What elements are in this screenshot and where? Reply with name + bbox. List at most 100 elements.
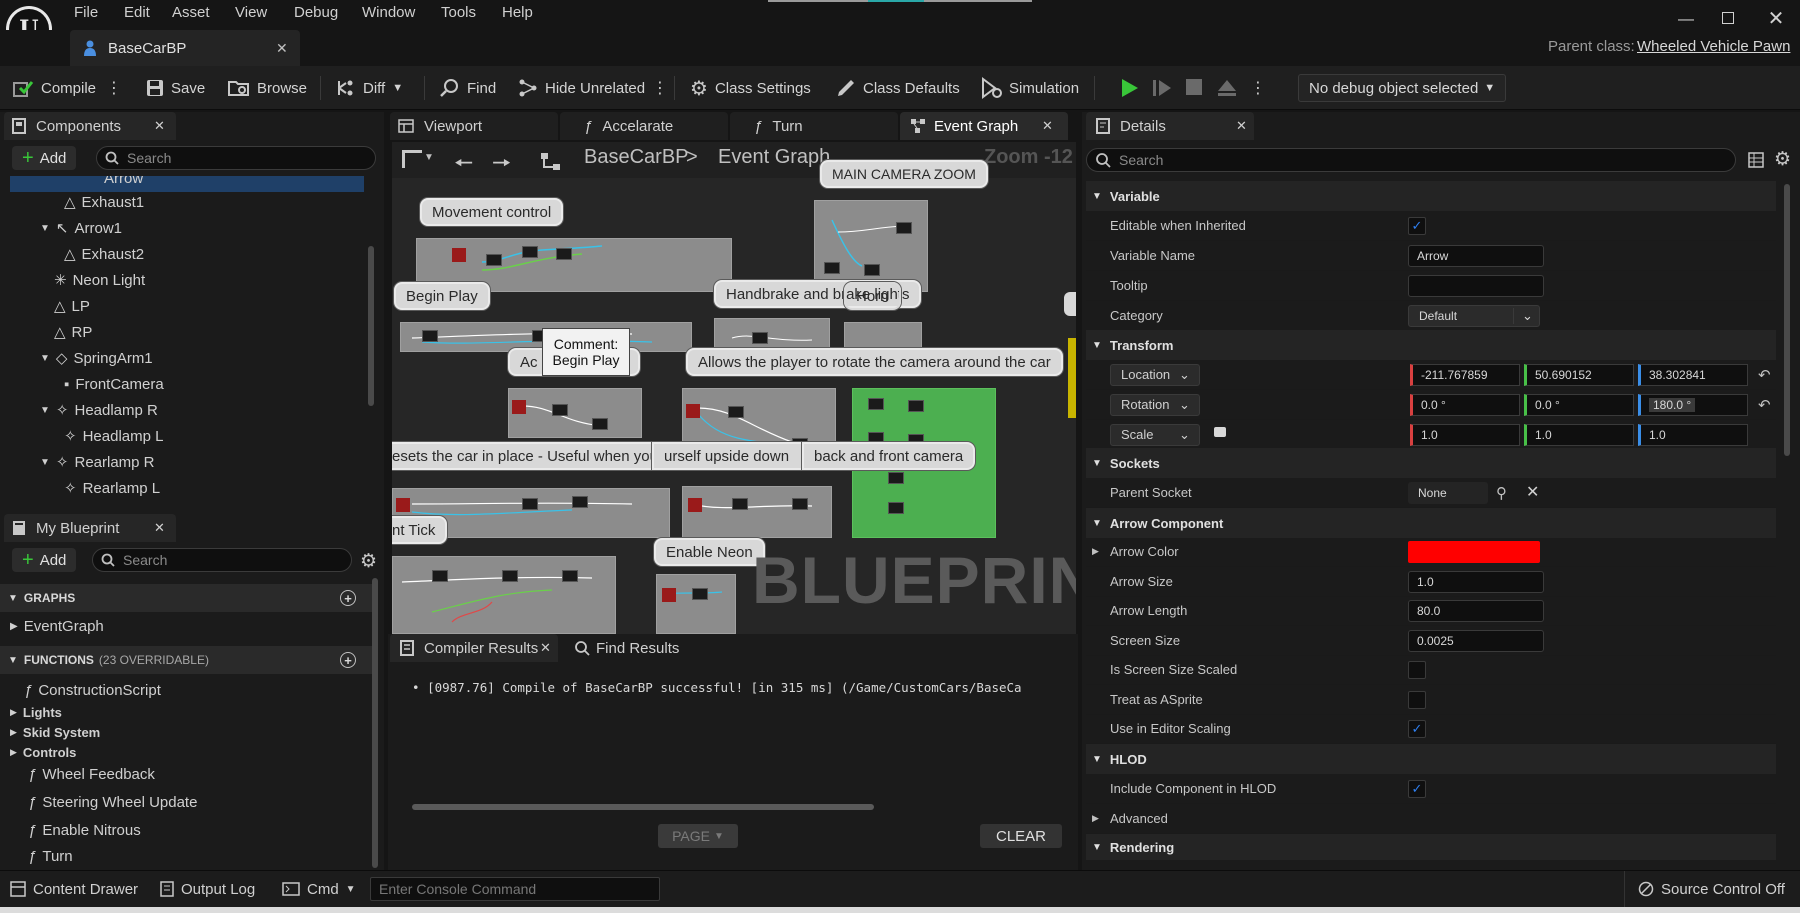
section-rendering[interactable]: ▼ Rendering [1086, 834, 1776, 860]
tree-row-rearlamp-r[interactable]: ▼ ✧ Rearlamp R [40, 450, 155, 474]
graph-node[interactable] [752, 332, 768, 344]
graph-event-node[interactable] [452, 248, 466, 262]
menu-help[interactable]: Help [502, 4, 533, 21]
chevron-right-icon[interactable]: ▶ [1092, 546, 1099, 557]
class-settings-button[interactable]: ⚙ Class Settings [690, 66, 811, 110]
graph-item-eventgraph[interactable]: ▶ EventGraph [10, 614, 104, 638]
tooltip-input[interactable] [1408, 274, 1544, 297]
debug-object-dropdown[interactable]: No debug object selected ▼ [1298, 74, 1506, 102]
page-dropdown[interactable]: PAGE ▼ [658, 824, 738, 848]
comment-reset-car[interactable]: esets the car in place - Useful when you… [392, 442, 660, 470]
rotation-z-input[interactable]: 180.0 ° [1638, 393, 1748, 416]
content-drawer-button[interactable]: Content Drawer [10, 871, 138, 907]
tab-compiler-results[interactable]: Compiler Results ✕ [390, 634, 558, 662]
include-hlod-checkbox[interactable]: ✓ [1408, 779, 1426, 798]
class-defaults-button[interactable]: Class Defaults [836, 66, 960, 110]
menu-debug[interactable]: Debug [294, 4, 338, 21]
play-options-icon[interactable]: ⋮ [1250, 78, 1266, 98]
add-member-button[interactable]: + Add [12, 548, 77, 572]
graphs-section-header[interactable]: ▼ GRAPHS + [0, 584, 372, 612]
rotation-y-input[interactable]: 0.0 ° [1524, 393, 1634, 416]
find-button[interactable]: Find [440, 66, 496, 110]
comment-event-tick[interactable]: nt Tick [392, 516, 448, 544]
graph-node[interactable] [556, 248, 572, 260]
tree-row-frontcamera[interactable]: ▪ FrontCamera [64, 372, 164, 396]
reset-location-icon[interactable]: ↶ [1758, 366, 1771, 384]
parent-class-link[interactable]: Wheeled Vehicle Pawn [1637, 38, 1790, 55]
treat-sprite-checkbox[interactable] [1408, 690, 1426, 709]
comment-enable-neon[interactable]: Enable Neon [654, 538, 765, 566]
settings-gear-icon[interactable]: ⚙ [1774, 148, 1791, 171]
section-arrow-component[interactable]: ▼ Arrow Component [1086, 508, 1776, 538]
comment-horn[interactable]: Horn [844, 282, 901, 310]
rotation-dropdown[interactable]: Rotation ⌄ [1110, 393, 1200, 416]
menu-edit[interactable]: Edit [124, 4, 150, 21]
arrow-color-swatch[interactable] [1408, 540, 1540, 563]
compiler-hscrollbar[interactable] [412, 804, 874, 810]
details-tab[interactable]: Details ✕ [1086, 112, 1254, 140]
graph-node[interactable] [502, 570, 518, 582]
my-blueprint-search-input[interactable]: Search [92, 548, 352, 572]
diff-button[interactable]: Diff ▼ [336, 66, 403, 110]
graph-node[interactable] [888, 502, 904, 514]
scale-x-input[interactable]: 1.0 [1410, 423, 1520, 446]
graph-node[interactable] [552, 404, 568, 416]
graph-node[interactable] [792, 498, 808, 510]
add-function-icon[interactable]: + [340, 652, 356, 668]
tree-row-rp[interactable]: △ RP [54, 320, 92, 344]
play-icon[interactable] [1120, 78, 1140, 98]
variable-name-input[interactable]: Arrow [1408, 244, 1544, 267]
graph-node[interactable] [692, 588, 708, 600]
compile-options-icon[interactable]: ⋮ [106, 78, 122, 98]
function-item-enable-nitrous[interactable]: ƒ Enable Nitrous [28, 818, 141, 842]
comment-upside-down[interactable]: urself upside down [652, 442, 812, 470]
graph-node[interactable] [896, 222, 912, 234]
graph-node[interactable] [522, 246, 538, 258]
location-x-input[interactable]: -211.767859 [1410, 363, 1520, 386]
tree-row-arrow1[interactable]: ▼ ↖ Arrow1 [40, 216, 122, 240]
location-dropdown[interactable]: Location ⌄ [1110, 363, 1200, 386]
simulation-button[interactable]: Simulation [980, 66, 1079, 110]
graph-event-node[interactable] [512, 400, 526, 414]
details-scrollbar[interactable] [1784, 184, 1790, 456]
clear-button[interactable]: CLEAR [980, 824, 1062, 848]
comment-main-camera-zoom[interactable]: MAIN CAMERA ZOOM [820, 160, 988, 188]
section-variable[interactable]: ▼ Variable [1086, 181, 1776, 211]
graph-node[interactable] [908, 400, 924, 412]
tree-row-rearlamp-l[interactable]: ✧ Rearlamp L [64, 476, 160, 500]
save-button[interactable]: Save [146, 66, 205, 110]
output-log-button[interactable]: Output Log [160, 871, 255, 907]
my-blueprint-scrollbar[interactable] [372, 578, 378, 868]
event-graph-canvas[interactable]: ▼ 🠔 🠖 BaseCarBP > Event Graph Zoom -12 M… [392, 142, 1076, 634]
graph-node[interactable] [522, 498, 538, 510]
comment-movement-control[interactable]: Movement control [420, 198, 564, 226]
components-search-input[interactable]: Search [96, 146, 376, 170]
graph-node[interactable] [864, 264, 880, 276]
rotation-x-input[interactable]: 0.0 ° [1410, 393, 1520, 416]
graph-node[interactable] [422, 330, 438, 342]
cmd-dropdown[interactable]: Cmd ▼ [282, 871, 356, 907]
close-tab-icon[interactable]: ✕ [276, 40, 288, 57]
functions-section-header[interactable]: ▼ FUNCTIONS (23 OVERRIDABLE) + [0, 646, 372, 674]
scale-z-input[interactable]: 1.0 [1638, 423, 1748, 446]
tab-event-graph[interactable]: Event Graph ✕ [900, 112, 1068, 140]
menu-file[interactable]: File [74, 4, 98, 21]
console-command-input[interactable]: Enter Console Command [370, 877, 660, 901]
tree-row-headlamp-r[interactable]: ▼ ✧ Headlamp R [40, 398, 158, 422]
graph-node[interactable] [592, 418, 608, 430]
table-view-icon[interactable] [1748, 152, 1764, 168]
reset-rotation-icon[interactable]: ↶ [1758, 396, 1771, 414]
category-dropdown[interactable]: Default ⌄ [1408, 304, 1540, 327]
lock-icon[interactable] [1214, 427, 1226, 437]
browse-socket-icon[interactable]: ⚲ [1496, 484, 1507, 502]
menu-window[interactable]: Window [362, 4, 415, 21]
menu-tools[interactable]: Tools [441, 4, 476, 21]
arrow-size-input[interactable]: 1.0 [1408, 570, 1544, 593]
screen-size-input[interactable]: 0.0025 [1408, 629, 1544, 652]
graph-node[interactable] [868, 398, 884, 410]
tree-row-exhaust2[interactable]: △ Exhaust2 [64, 242, 144, 266]
hide-unrelated-button[interactable]: Hide Unrelated [518, 66, 645, 110]
menu-view[interactable]: View [235, 4, 267, 21]
graph-event-node[interactable] [662, 588, 676, 602]
tree-row-neon-light[interactable]: ✳ Neon Light [54, 268, 145, 292]
